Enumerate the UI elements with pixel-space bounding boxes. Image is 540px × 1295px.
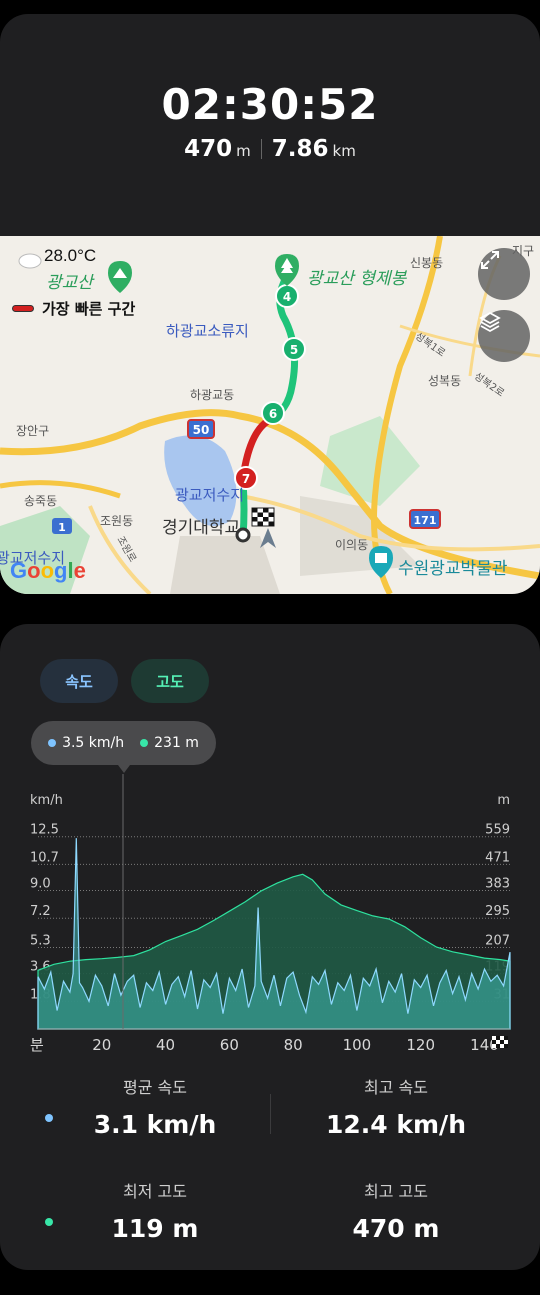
max-alt-value: 470 m	[352, 1214, 440, 1243]
route-map[interactable]: 50 1 171 4 5 6 7 28.0°C 가장 빠른 구간 광교산 광교산…	[0, 236, 540, 594]
left-tick-label: 10.7	[30, 850, 59, 865]
svg-text:4: 4	[283, 290, 291, 304]
road-shield-171: 171	[409, 509, 441, 529]
max-speed-cell: 최고 속도 12.4 km/h	[296, 1074, 496, 1139]
chart-card: 속도 고도 3.5 km/h 231 m km/h m 12.5 559 10.7 471…	[0, 624, 540, 1270]
min-alt-label: 최저 고도	[123, 1182, 187, 1201]
x-tick-label: 80	[284, 1036, 303, 1054]
map-label-seongbok-dong: 성복동	[428, 374, 462, 388]
speed-dot	[48, 739, 57, 747]
workout-stats-row: 470 m 7.86 km	[0, 136, 540, 162]
google-logo: Google	[10, 558, 86, 583]
svg-text:171: 171	[414, 514, 437, 527]
right-tick-label: 207	[485, 933, 510, 948]
tooltip-altitude: 231 m	[154, 735, 199, 751]
weather-indicator: 28.0°C	[14, 246, 96, 266]
map-label-gwanggyosan: 광교산	[46, 273, 93, 293]
fastest-segment-label: 가장 빠른 구간	[42, 300, 136, 318]
duration-timer: 02:30:52	[161, 80, 379, 129]
map-label-hyeongjebong: 광교산 형제봉	[307, 269, 407, 289]
altitude-bullet	[45, 1218, 53, 1226]
right-axis-unit: m	[497, 793, 510, 808]
expand-map-button[interactable]	[478, 248, 530, 300]
altitude-summary-row: 최저 고도 119 m 최고 고도 470 m	[0, 1168, 540, 1270]
tab-speed[interactable]: 속도	[40, 659, 118, 703]
temperature: 28.0°C	[44, 246, 97, 265]
max-speed-value: 12.4 km/h	[326, 1110, 466, 1139]
right-tick-label: 295	[485, 904, 510, 919]
stats-divider	[260, 139, 262, 159]
map-label-iui-dong: 이의동	[335, 538, 369, 552]
workout-summary-card: 02:30:52 470 m 7.86 km 50 1 171 4 5 6 7 …	[0, 14, 540, 594]
location-arrow-icon	[260, 528, 276, 548]
left-tick-label: 9.0	[30, 877, 51, 892]
distance-unit: km	[332, 142, 356, 160]
map-label-gwanggyo-reservoir: 광교저수지	[175, 486, 245, 504]
x-tick-label: 40	[156, 1036, 175, 1054]
speed-altitude-chart[interactable]: km/h m12.5 55910.7 4719.0 3837.2 2955.3 2073.6…	[0, 774, 540, 1064]
elevation-value: 470	[184, 136, 233, 162]
speed-bullet	[45, 1114, 53, 1122]
min-alt-value: 119 m	[111, 1214, 199, 1243]
x-axis-label: 분	[30, 1036, 44, 1054]
tooltip-speed: 3.5 km/h	[62, 735, 125, 751]
svg-text:1: 1	[58, 521, 66, 534]
max-alt-cell: 최고 고도 470 m	[296, 1178, 496, 1243]
avg-speed-cell: 평균 속도 3.1 km/h	[55, 1074, 255, 1139]
map-label-hagwanggyo-sori: 하광교소류지	[166, 322, 249, 340]
expand-icon	[481, 251, 499, 269]
tab-altitude[interactable]: 고도	[131, 659, 209, 703]
map-label-songjuk-dong: 송죽동	[24, 494, 58, 508]
tree-pin-icon	[275, 254, 299, 286]
x-tick-label: 20	[92, 1036, 111, 1054]
fastest-segment-legend: 가장 빠른 구간	[12, 298, 135, 319]
km-marker-6: 6	[261, 401, 285, 425]
left-tick-label: 5.3	[30, 933, 51, 948]
map-label-hagwanggyo-dong: 하광교동	[190, 388, 235, 402]
svg-text:6: 6	[269, 407, 277, 421]
map-label-singbong-dong: 신봉동	[410, 256, 444, 270]
avg-speed-value: 3.1 km/h	[93, 1110, 217, 1139]
altitude-dot	[140, 739, 149, 747]
km-marker-4: 4	[275, 284, 299, 308]
left-tick-label: 12.5	[30, 823, 59, 838]
x-tick-label: 100	[343, 1036, 372, 1054]
mountain-pin-icon	[108, 261, 132, 293]
svg-text:5: 5	[290, 343, 298, 357]
svg-text:50: 50	[193, 423, 210, 437]
km-marker-5: 5	[282, 337, 306, 361]
summary-divider	[270, 1094, 271, 1134]
map-label-jowon-dong: 조원동	[100, 514, 134, 528]
finish-flag-icon	[251, 507, 275, 527]
tooltip-pointer	[118, 765, 130, 773]
road-shield-1: 1	[52, 518, 72, 534]
left-axis-unit: km/h	[30, 793, 63, 808]
finish-flag-icon	[492, 1036, 508, 1048]
map-label-kyonggi-univ: 경기대학교	[162, 518, 241, 538]
x-tick-label: 60	[220, 1036, 239, 1054]
avg-speed-label: 평균 속도	[123, 1078, 187, 1097]
max-alt-label: 최고 고도	[364, 1182, 428, 1201]
left-tick-label: 7.2	[30, 904, 51, 919]
speed-summary-row: 평균 속도 3.1 km/h 최고 속도 12.4 km/h	[0, 1064, 540, 1174]
layers-icon	[479, 311, 501, 333]
right-tick-label: 471	[485, 850, 510, 865]
map-label-jangan-gu: 장안구	[16, 424, 50, 438]
min-alt-cell: 최저 고도 119 m	[55, 1178, 255, 1243]
elevation-unit: m	[236, 142, 251, 160]
right-tick-label: 383	[485, 877, 510, 892]
map-label-museum: 수원광교박물관	[398, 559, 508, 579]
road-shield-50: 50	[187, 419, 215, 439]
right-tick-label: 559	[485, 823, 510, 838]
map-layers-button[interactable]	[478, 310, 530, 362]
max-speed-label: 최고 속도	[364, 1078, 428, 1097]
chart-tooltip: 3.5 km/h 231 m	[31, 721, 216, 765]
x-tick-label: 120	[406, 1036, 435, 1054]
museum-pin-icon	[369, 546, 393, 578]
distance-value: 7.86	[271, 136, 329, 162]
fastest-segment-swatch	[12, 305, 34, 312]
